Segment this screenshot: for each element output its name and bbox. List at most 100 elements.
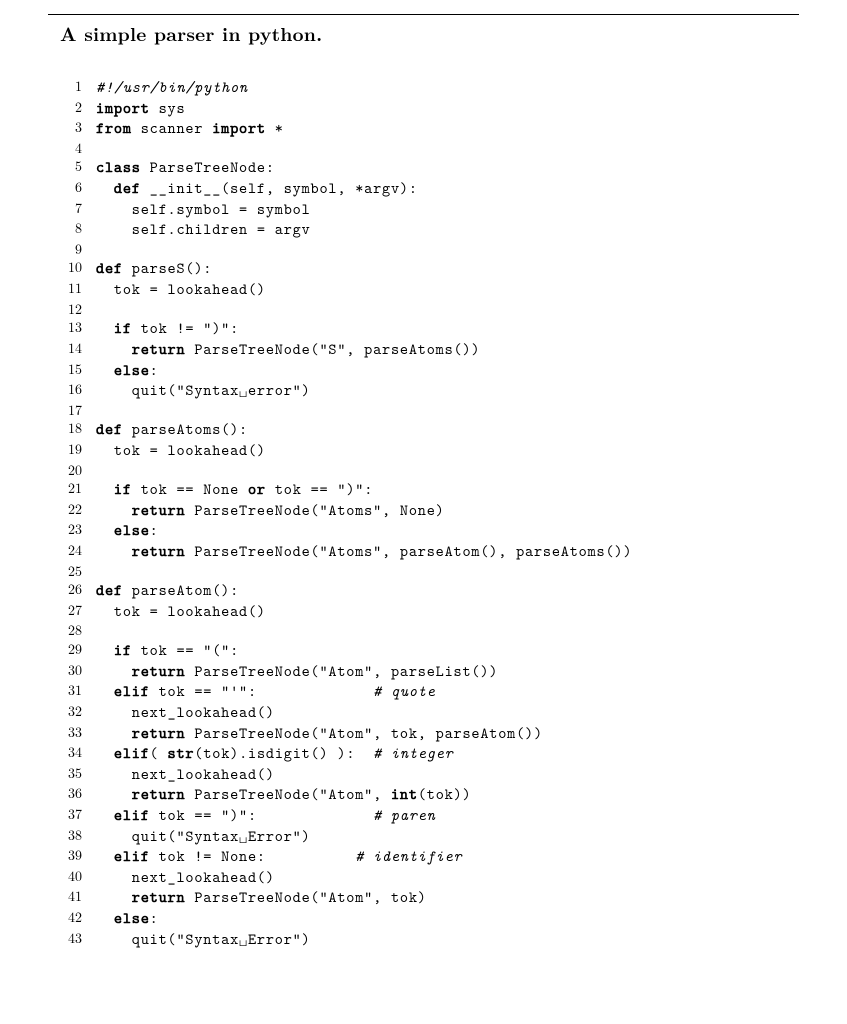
text-token <box>96 338 132 359</box>
text-token <box>96 499 132 520</box>
code-content: return ParseTreeNode("Atom", tok) <box>96 887 799 908</box>
code-content: #!/usr/bin/python <box>96 77 799 98</box>
line-number: 25 <box>48 562 96 581</box>
keyword-token: str <box>168 742 195 763</box>
code-line: 9 <box>48 240 799 259</box>
text-token <box>96 742 114 763</box>
code-line: 37 elif tok == ")": # paren <box>48 805 799 826</box>
text-token: tok == ")": <box>150 804 373 825</box>
line-number: 42 <box>48 908 96 929</box>
line-number: 35 <box>48 764 96 785</box>
text-token: * <box>266 117 284 138</box>
text-token <box>96 478 114 499</box>
code-content: if tok == None or tok == ")": <box>96 479 799 500</box>
text-token: quit("Syntax␣error") <box>96 379 311 400</box>
code-content: return ParseTreeNode("Atoms", None) <box>96 500 799 521</box>
line-number: 4 <box>48 139 96 158</box>
keyword-token: else <box>114 907 150 928</box>
code-content <box>96 401 799 420</box>
line-number: 8 <box>48 219 96 240</box>
text-token: tok = lookahead() <box>96 600 266 621</box>
code-content <box>96 461 799 480</box>
keyword-token: int <box>391 783 418 804</box>
text-token: (tok)) <box>418 783 472 804</box>
text-token: tok == None <box>132 478 248 499</box>
text-token: quit("Syntax␣Error") <box>96 928 311 949</box>
line-number: 43 <box>48 929 96 950</box>
line-number: 18 <box>48 419 96 440</box>
line-number: 15 <box>48 360 96 381</box>
text-token <box>96 845 114 866</box>
text-token: ParseTreeNode("Atom", tok, parseAtom()) <box>185 722 543 743</box>
text-token: tok = lookahead() <box>96 278 266 299</box>
code-line: 5class ParseTreeNode: <box>48 157 799 178</box>
code-content: else: <box>96 908 799 929</box>
text-token: sys <box>150 97 186 118</box>
code-line: 29 if tok == "(": <box>48 640 799 661</box>
code-line: 41 return ParseTreeNode("Atom", tok) <box>48 887 799 908</box>
line-number: 29 <box>48 640 96 661</box>
line-number: 24 <box>48 541 96 562</box>
text-token <box>96 722 132 743</box>
keyword-token: elif <box>114 742 150 763</box>
text-token: ParseTreeNode("Atom", <box>185 783 391 804</box>
line-number: 28 <box>48 621 96 640</box>
code-content: quit("Syntax␣error") <box>96 380 799 401</box>
text-token: __init__(self, symbol, *argv): <box>141 177 418 198</box>
text-token: parseS(): <box>123 257 212 278</box>
code-content: return ParseTreeNode("Atom", int(tok)) <box>96 784 799 805</box>
code-line: 24 return ParseTreeNode("Atoms", parseAt… <box>48 541 799 562</box>
code-content: def __init__(self, symbol, *argv): <box>96 178 799 199</box>
code-content: from scanner import * <box>96 118 799 139</box>
code-content: self.children = argv <box>96 219 799 240</box>
code-line: 20 <box>48 461 799 480</box>
keyword-token: if <box>114 639 132 660</box>
code-line: 34 elif( str(tok).isdigit() ): # integer <box>48 743 799 764</box>
code-line: 22 return ParseTreeNode("Atoms", None) <box>48 500 799 521</box>
line-number: 40 <box>48 867 96 888</box>
line-number: 31 <box>48 681 96 702</box>
code-line: 1#!/usr/bin/python <box>48 77 799 98</box>
line-number: 22 <box>48 500 96 521</box>
line-number: 1 <box>48 77 96 98</box>
code-content: elif tok == "'": # quote <box>96 681 799 702</box>
text-token <box>96 639 114 660</box>
keyword-token: if <box>114 478 132 499</box>
keyword-token: return <box>132 660 186 681</box>
text-token: ParseTreeNode("Atoms", None) <box>185 499 444 520</box>
line-number: 14 <box>48 339 96 360</box>
line-number: 33 <box>48 723 96 744</box>
text-token: (tok).isdigit() ): <box>194 742 373 763</box>
line-number: 3 <box>48 118 96 139</box>
line-number: 17 <box>48 401 96 420</box>
code-content: elif tok != None: # identifier <box>96 846 799 867</box>
line-number: 16 <box>48 380 96 401</box>
code-line: 17 <box>48 401 799 420</box>
line-number: 13 <box>48 318 96 339</box>
line-number: 6 <box>48 178 96 199</box>
text-token: ( <box>150 742 168 763</box>
text-token: ParseTreeNode: <box>141 156 275 177</box>
code-content: def parseAtom(): <box>96 580 799 601</box>
keyword-token: return <box>132 886 186 907</box>
code-line: 35 next_lookahead() <box>48 764 799 785</box>
keyword-token: return <box>132 783 186 804</box>
code-content <box>96 240 799 259</box>
text-token: tok == "'": <box>150 680 373 701</box>
keyword-token: else <box>114 519 150 540</box>
code-listing: 1#!/usr/bin/python2import sys3from scann… <box>48 77 799 949</box>
code-line: 38 quit("Syntax␣Error") <box>48 826 799 847</box>
line-number: 21 <box>48 479 96 500</box>
code-content <box>96 300 799 319</box>
line-number: 12 <box>48 300 96 319</box>
line-number: 38 <box>48 826 96 847</box>
code-content: tok = lookahead() <box>96 279 799 300</box>
keyword-token: import <box>212 117 266 138</box>
text-token: ParseTreeNode("Atoms", parseAtom(), pars… <box>185 540 632 561</box>
code-line: 39 elif tok != None: # identifier <box>48 846 799 867</box>
code-line: 30 return ParseTreeNode("Atom", parseLis… <box>48 661 799 682</box>
text-token: tok != None: <box>150 845 356 866</box>
text-token: : <box>150 359 159 380</box>
text-token <box>96 907 114 928</box>
line-number: 30 <box>48 661 96 682</box>
